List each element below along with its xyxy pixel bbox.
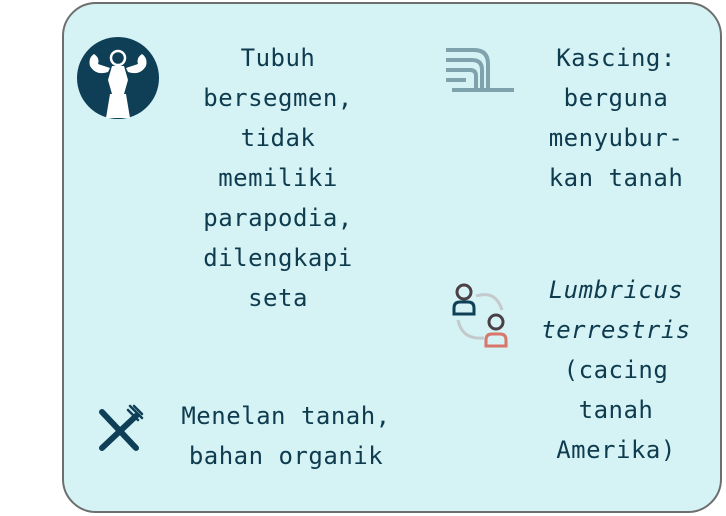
item-1-text: Tubuh bersegmen, tidak memiliki parapodi… [203, 44, 353, 312]
item-3-text: Lumbricus terrestris (cacing tanah Ameri… [541, 276, 691, 464]
item-4-text: Menelan tanah, bahan organik [181, 402, 391, 470]
exchange-people-icon [450, 282, 510, 354]
fork-knife-icon [94, 404, 144, 458]
muscle-person-icon [76, 36, 160, 124]
item-2-text: Kascing: berguna menyubur- kan tanah [548, 44, 684, 192]
compost-wave-icon [444, 44, 516, 100]
